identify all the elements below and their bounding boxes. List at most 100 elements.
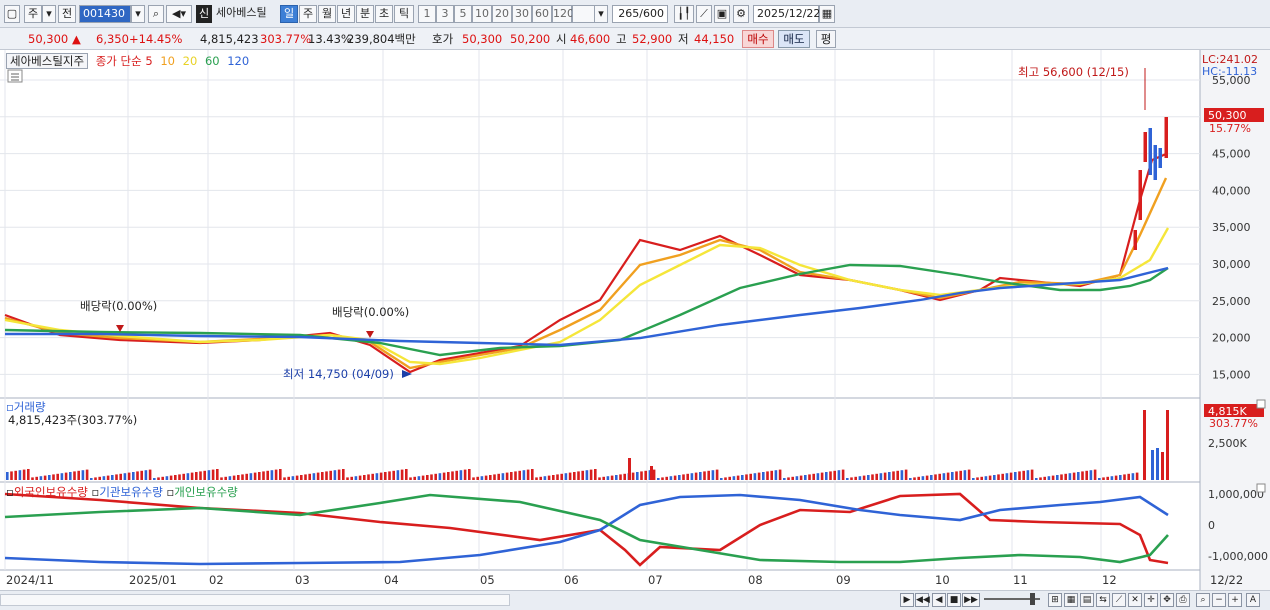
volume-bar: [43, 475, 47, 480]
window-icon[interactable]: ▢: [4, 5, 20, 23]
interval-1[interactable]: 1: [418, 5, 436, 23]
holding-panel-close-icon[interactable]: [1256, 483, 1266, 493]
interval-20[interactable]: 20: [492, 5, 512, 23]
buy-button[interactable]: 매수: [742, 30, 774, 48]
grid-toggle-icon[interactable]: ▦: [1064, 593, 1078, 607]
volume-bar: [560, 473, 563, 480]
search-icon[interactable]: ⌕: [148, 5, 164, 23]
scroll-stop-button[interactable]: ■: [947, 593, 961, 607]
scroll-prev-button[interactable]: ◀: [932, 593, 946, 607]
x-tick-label: 02: [209, 573, 224, 587]
type-select[interactable]: 주: [24, 5, 42, 23]
interval-30[interactable]: 30: [512, 5, 532, 23]
volume-bar: [438, 473, 442, 480]
volume-bar: [854, 476, 857, 480]
volume-bar: [531, 469, 534, 480]
x-tick-label: 08: [748, 573, 763, 587]
volume-value-label: 4,815,423주(303.77%): [8, 413, 138, 427]
layout-icon[interactable]: ▤: [1080, 593, 1094, 607]
change-value: 6,350: [96, 32, 129, 46]
zoom-fit-icon[interactable]: ⊞: [1048, 593, 1062, 607]
mode-select[interactable]: 전: [58, 5, 76, 23]
volume-bar: [127, 472, 131, 480]
scroll-last-button[interactable]: ▶▶: [962, 593, 980, 607]
price-chart-svg[interactable]: 55,00050,00045,00040,00035,00030,00025,0…: [0, 50, 1270, 590]
volume-bar: [615, 475, 618, 480]
interval-120[interactable]: 120: [552, 5, 574, 23]
zoom-out-button[interactable]: −: [1212, 593, 1226, 607]
count-field[interactable]: 265/600: [612, 5, 668, 23]
interval-60[interactable]: 60: [532, 5, 552, 23]
crosshair-icon[interactable]: ✛: [1144, 593, 1158, 607]
volume-bar: [636, 472, 639, 480]
price-y-tick: 45,000: [1212, 148, 1251, 161]
volume-bar: [942, 473, 946, 480]
volume-bar: [879, 473, 883, 480]
draw-tool-icon[interactable]: ⟋: [696, 5, 712, 23]
average-button[interactable]: 평: [816, 30, 836, 48]
date-input[interactable]: 2025/12/22: [753, 5, 820, 23]
volume-bar: [501, 473, 505, 480]
candle: [1143, 132, 1147, 162]
sell-button[interactable]: 매도: [778, 30, 810, 48]
tab-period-second[interactable]: 초: [375, 5, 393, 23]
interval-5[interactable]: 5: [454, 5, 472, 23]
tab-period-week[interactable]: 주: [299, 5, 317, 23]
volume-bar: [657, 478, 660, 480]
volume-bar: [1127, 473, 1130, 480]
volume-bar: [619, 474, 622, 480]
x-tick-label: 2024/11: [6, 573, 54, 587]
split-icon[interactable]: ⇆: [1096, 593, 1110, 607]
volume-bar: [917, 476, 920, 480]
calendar-icon[interactable]: ▦: [819, 5, 835, 23]
candle: [1158, 148, 1162, 168]
scroll-right-button[interactable]: ▶: [900, 593, 914, 607]
pan-icon[interactable]: ✥: [1160, 593, 1174, 607]
volume-bar: [115, 474, 118, 480]
candle-type-icon[interactable]: ╽╿: [674, 5, 694, 23]
save-icon[interactable]: ▣: [714, 5, 730, 23]
print-icon[interactable]: ⎙: [1176, 593, 1190, 607]
interval-3[interactable]: 3: [436, 5, 454, 23]
interval-dropdown-icon[interactable]: ▾: [594, 5, 608, 23]
top-toolbar: ▢ 주 ▾ 전 001430 ▾ ⌕ ◀▾ 신 세아베스틸 일 주 월 년 분 …: [0, 0, 1270, 28]
zoom-in-button[interactable]: +: [1228, 593, 1242, 607]
stock-code-input[interactable]: 001430: [79, 5, 131, 23]
volume-bar: [997, 474, 1000, 480]
max-price-note: 최고 56,600 (12/15): [1018, 65, 1129, 79]
type-dropdown-icon[interactable]: ▾: [42, 5, 56, 23]
dividend-note-2: 배당락(0.00%): [332, 305, 409, 319]
volume-bar: [804, 475, 807, 480]
font-size-button[interactable]: A: [1246, 593, 1260, 607]
volume-bar: [77, 470, 80, 480]
volume-bar: [774, 470, 778, 480]
volume-bar: [27, 469, 30, 480]
gear-icon[interactable]: ⚙: [733, 5, 749, 23]
tab-period-year[interactable]: 년: [337, 5, 355, 23]
foreign-holding-icon[interactable]: ▫: [6, 485, 14, 499]
trend-icon[interactable]: ⟋: [1112, 593, 1126, 607]
zoom-slider-handle[interactable]: [1030, 593, 1035, 605]
volume-bar: [1093, 469, 1097, 480]
volume-bar: [972, 478, 975, 480]
ma-20: 20: [182, 54, 198, 68]
volume-bar: [451, 471, 454, 480]
scroll-first-button[interactable]: ◀◀: [915, 593, 930, 607]
interval-10[interactable]: 10: [472, 5, 492, 23]
tab-period-minute[interactable]: 분: [356, 5, 374, 23]
chart-area[interactable]: 55,00050,00045,00040,00035,00030,00025,0…: [0, 50, 1270, 590]
volume-bar: [883, 472, 887, 480]
tab-period-day[interactable]: 일: [280, 5, 298, 23]
sound-icon[interactable]: ◀▾: [166, 5, 192, 23]
magnify-icon[interactable]: ⌕: [1196, 593, 1210, 607]
stock-legend-name[interactable]: 세아베스틸지주: [6, 53, 89, 69]
tab-period-tick[interactable]: 틱: [394, 5, 414, 23]
ask-price: 50,300: [462, 32, 503, 46]
volume-bar: [1114, 475, 1118, 480]
code-dropdown-icon[interactable]: ▾: [131, 5, 145, 23]
tab-period-month[interactable]: 월: [318, 5, 336, 23]
volume-panel-close-icon[interactable]: [1256, 399, 1266, 409]
sin-badge[interactable]: 신: [196, 5, 212, 23]
cross-icon[interactable]: ✕: [1128, 593, 1142, 607]
horizontal-scrollbar[interactable]: [0, 594, 510, 606]
